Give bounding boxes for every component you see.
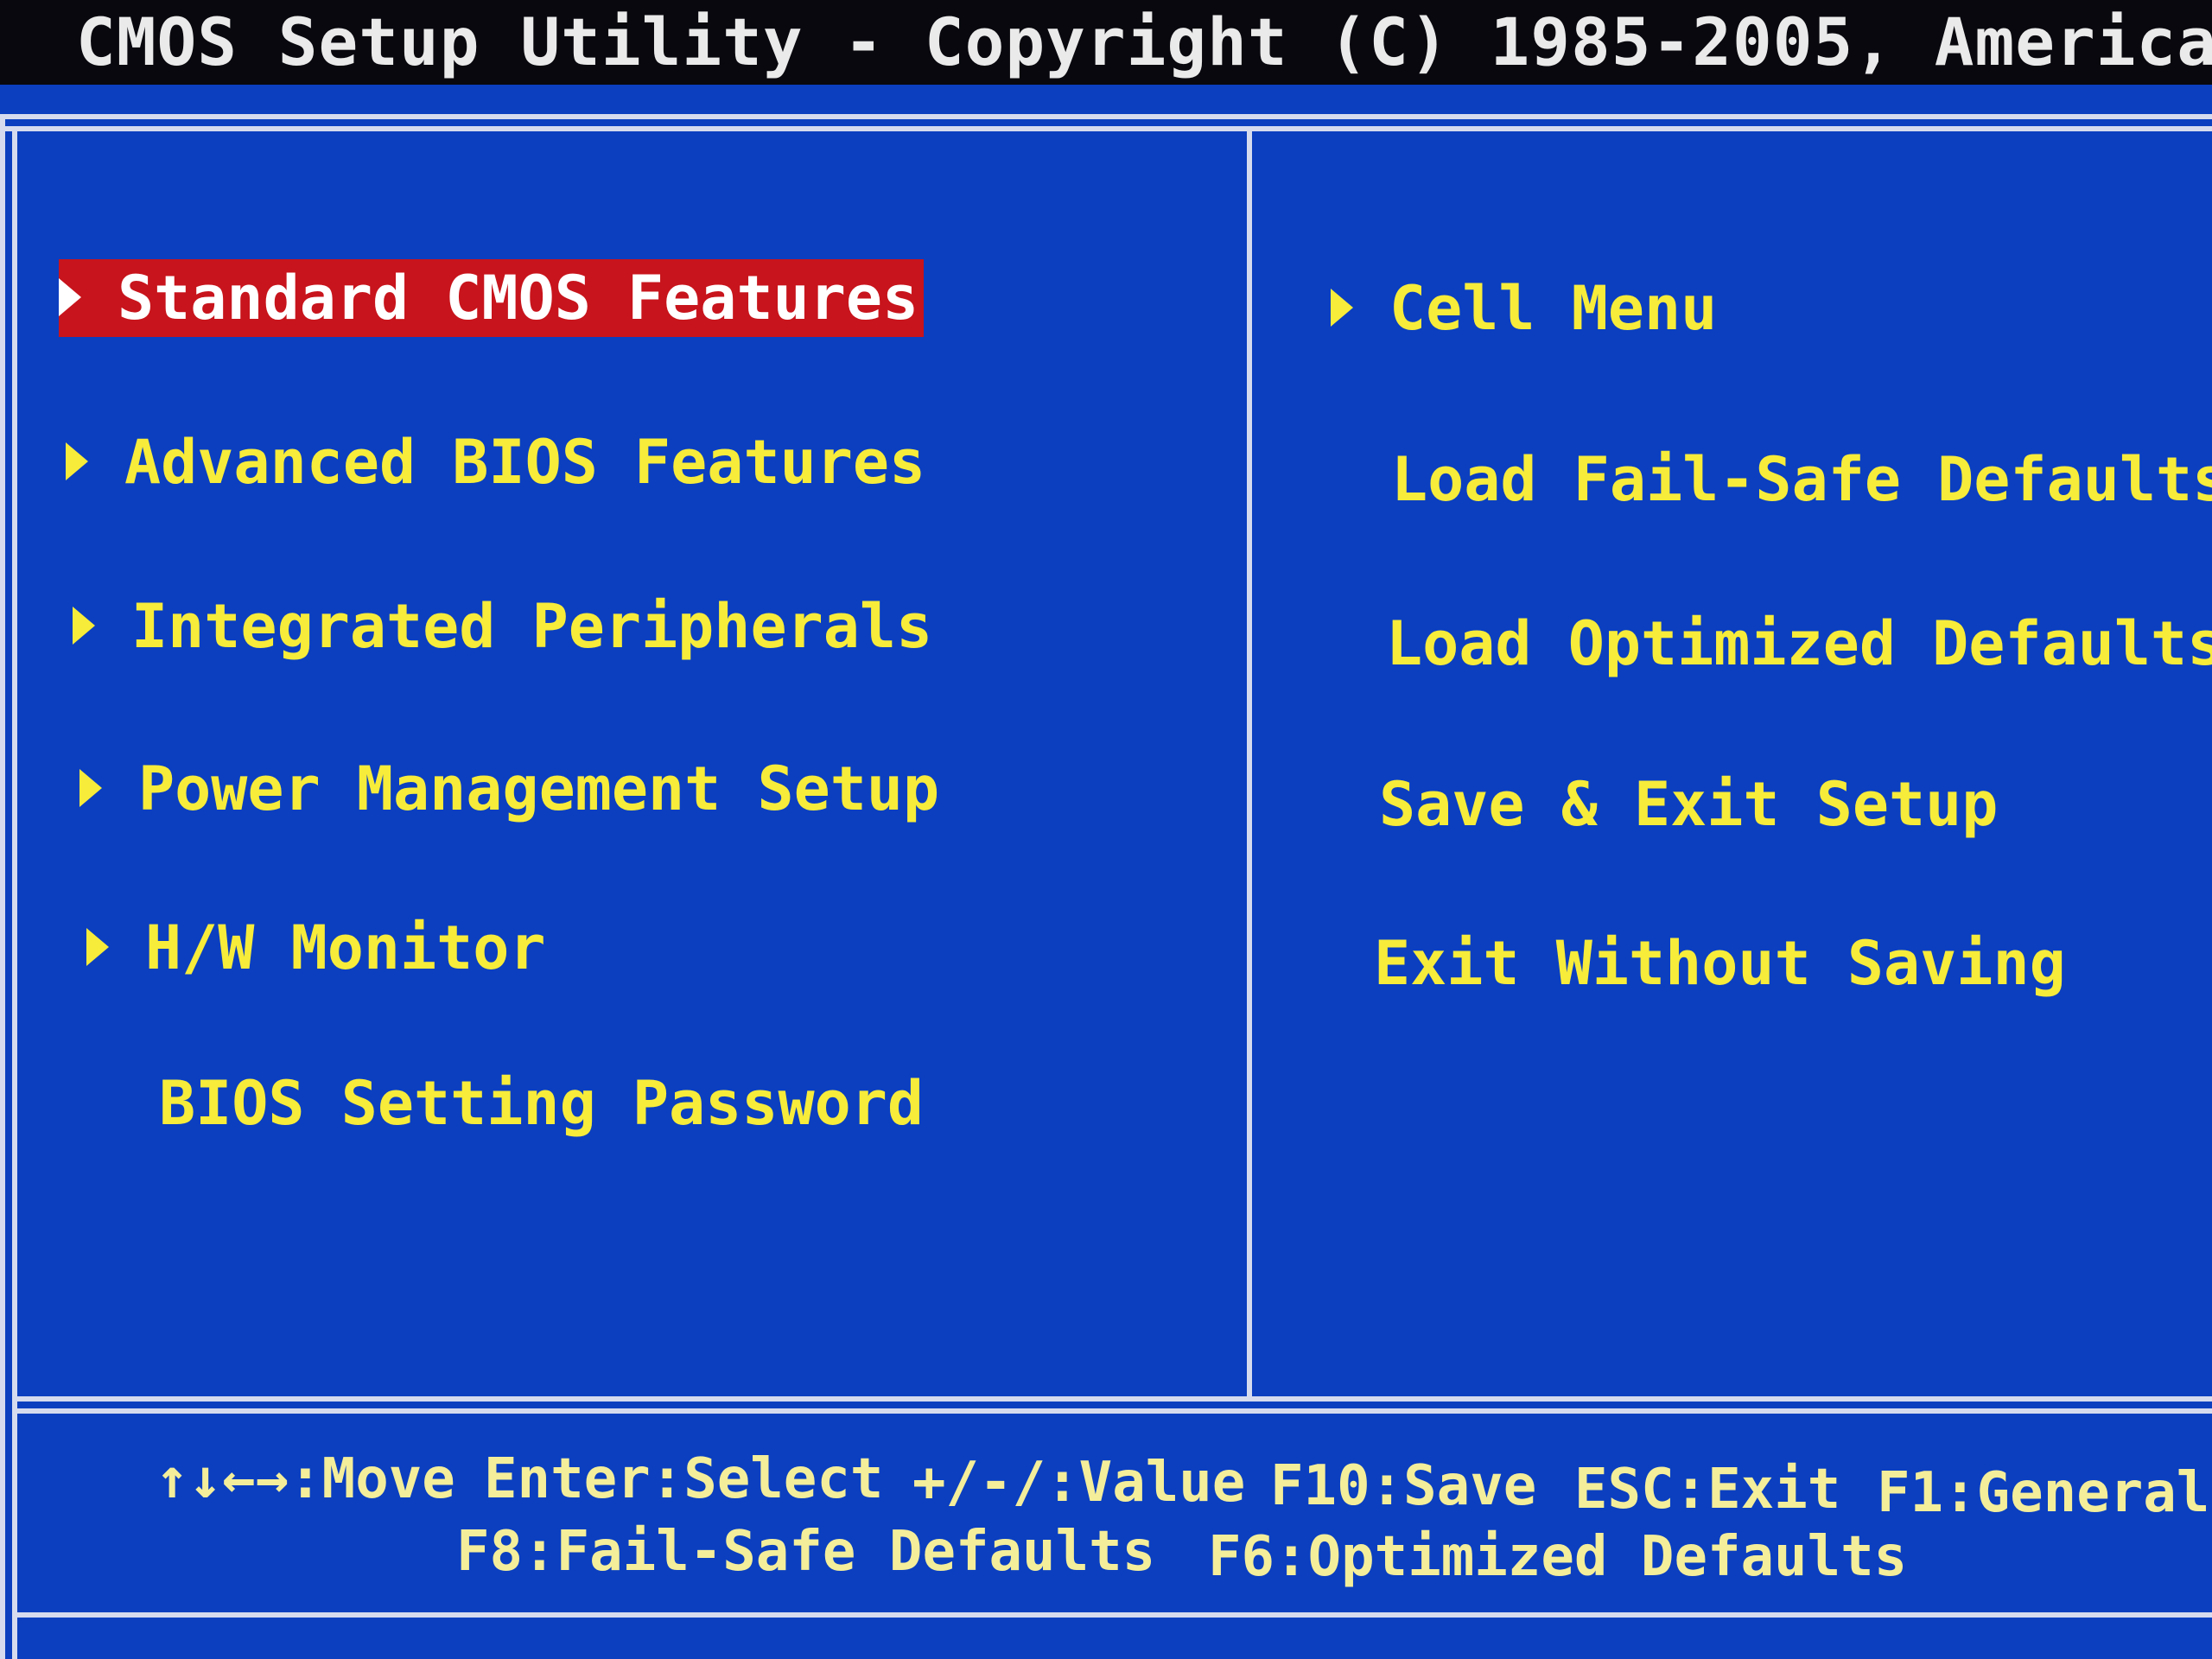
- submenu-arrow-icon: [59, 277, 81, 316]
- left-border-inner: [12, 126, 17, 1659]
- left-border-outer: [0, 114, 5, 1659]
- title-bar: CMOS Setup Utility - Copyright (C) 1985-…: [0, 0, 2212, 85]
- menu-bios-setting-password[interactable]: BIOS Setting Password: [159, 1065, 924, 1142]
- menu-save-exit-setup[interactable]: Save & Exit Setup: [1379, 766, 1998, 843]
- menu-load-optimized-defaults[interactable]: Load Optimized Defaults: [1386, 605, 2212, 683]
- menu-label: H/W Monitor: [145, 912, 546, 983]
- help-save: F10:Save: [1270, 1454, 1537, 1518]
- footer-border-outer: [17, 1396, 2212, 1402]
- menu-standard-cmos-features[interactable]: Standard CMOS Features: [59, 259, 925, 337]
- menu-label: BIOS Setting Password: [159, 1068, 925, 1139]
- menu-exit-without-saving[interactable]: Exit Without Saving: [1374, 925, 2066, 1002]
- help-optimized-defaults: F6:Optimized Defaults: [1208, 1525, 1908, 1589]
- bios-screen: CMOS Setup Utility - Copyright (C) 1985-…: [0, 0, 2212, 1659]
- menu-label: Integrated Peripherals: [131, 591, 933, 662]
- menu-load-fail-safe-defaults[interactable]: Load Fail-Safe Defaults: [1391, 441, 2212, 518]
- menu-label: Standard CMOS Features: [118, 263, 919, 334]
- menu-advanced-bios-features[interactable]: Advanced BIOS Features: [66, 423, 925, 501]
- menu-label: Load Optimized Defaults: [1386, 608, 2212, 679]
- menu-label: Power Management Setup: [138, 753, 940, 824]
- submenu-arrow-icon: [86, 927, 109, 966]
- submenu-arrow-icon: [79, 768, 102, 807]
- menu-hw-monitor[interactable]: H/W Monitor: [86, 909, 546, 987]
- menu-power-management-setup[interactable]: Power Management Setup: [79, 750, 939, 828]
- menu-label: Save & Exit Setup: [1379, 769, 1999, 840]
- menu-label: Load Fail-Safe Defaults: [1391, 444, 2212, 515]
- footer-border-inner: [17, 1408, 2212, 1414]
- center-divider: [1247, 131, 1252, 1402]
- submenu-arrow-icon: [73, 606, 95, 645]
- menu-cell-menu[interactable]: Cell Menu: [1331, 270, 1717, 347]
- submenu-arrow-icon: [1331, 288, 1353, 327]
- menu-label: Exit Without Saving: [1374, 928, 2066, 999]
- help-exit: ESC:Exit: [1574, 1458, 1841, 1522]
- help-select: Enter:Select: [484, 1447, 884, 1511]
- top-border-inner: [0, 126, 2212, 131]
- menu-label: Cell Menu: [1389, 273, 1718, 344]
- menu-label: Advanced BIOS Features: [124, 427, 926, 498]
- menu-integrated-peripherals[interactable]: Integrated Peripherals: [73, 588, 932, 665]
- top-border-outer: [0, 114, 2212, 119]
- help-move: ↑↓←→:Move: [156, 1447, 455, 1511]
- help-value: +/-/:Value: [912, 1451, 1246, 1515]
- help-fail-safe-defaults: F8:Fail-Safe Defaults: [456, 1520, 1156, 1584]
- help-general: F1:General Help: [1877, 1461, 2212, 1525]
- submenu-arrow-icon: [66, 442, 88, 480]
- bottom-border: [17, 1612, 2212, 1618]
